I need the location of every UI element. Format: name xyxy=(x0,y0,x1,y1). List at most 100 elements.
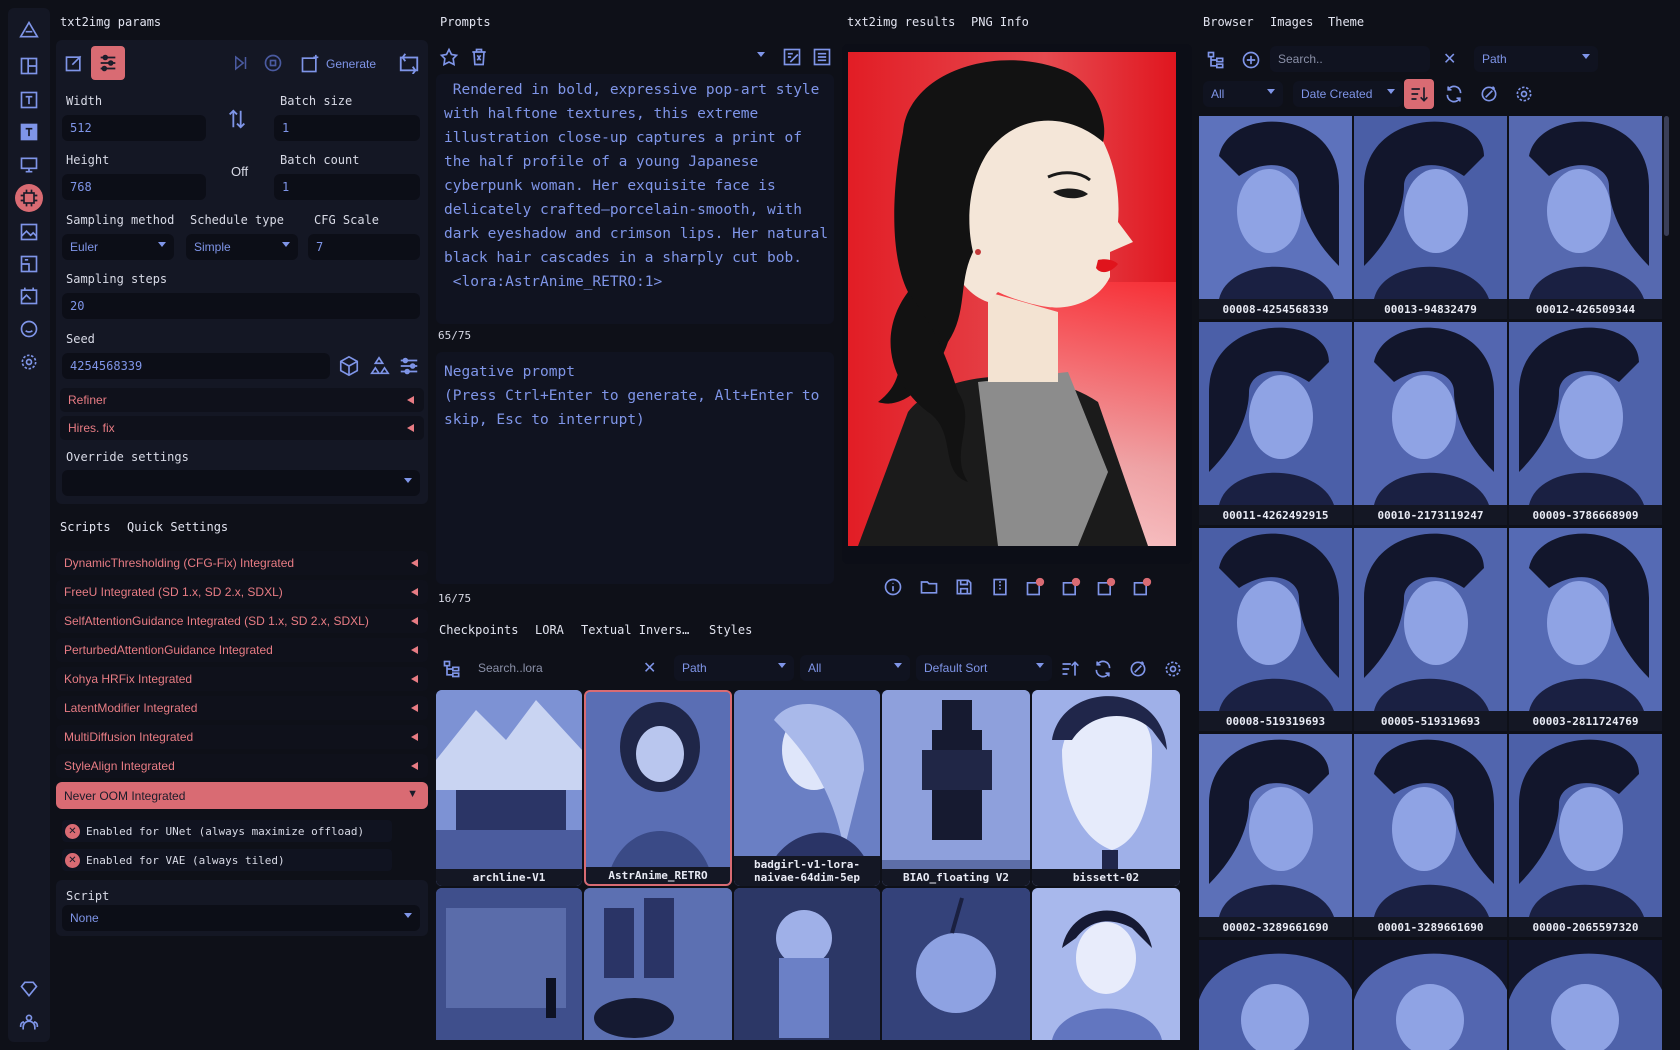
never-oom-accordion[interactable]: Never OOM Integrated ▼ xyxy=(56,782,428,809)
width-input[interactable]: 512 xyxy=(62,115,206,141)
sort-direction-icon[interactable] xyxy=(1404,79,1434,109)
zip-icon[interactable] xyxy=(985,572,1015,602)
browser-sort-select[interactable]: Date Created xyxy=(1293,81,1403,107)
gallery-image[interactable]: 00010-2173119247 xyxy=(1354,322,1507,525)
tree-view-icon[interactable] xyxy=(437,654,467,684)
star-icon[interactable] xyxy=(434,42,464,72)
sort-direction-icon[interactable] xyxy=(1055,654,1085,684)
users-icon[interactable] xyxy=(15,1008,43,1036)
refiner-accordion[interactable]: Refiner xyxy=(60,388,424,412)
chip-icon[interactable] xyxy=(15,184,43,212)
seed-extras-icon[interactable] xyxy=(394,351,424,381)
gallery-image[interactable]: 00001-3289661690 xyxy=(1354,734,1507,937)
gallery-image[interactable]: 00011-4262492915 xyxy=(1199,322,1352,525)
vae-option[interactable]: ✕ Enabled for VAE (always tiled) xyxy=(62,849,392,871)
script-accordion[interactable]: DynamicThresholding (CFG-Fix) Integrated xyxy=(56,551,428,575)
gallery-image[interactable]: 00012-426509344 xyxy=(1509,116,1662,319)
gallery-image[interactable]: 00009-3786668909 xyxy=(1509,322,1662,525)
sliders-icon[interactable] xyxy=(91,46,125,80)
tab-results[interactable]: txt2img results xyxy=(847,15,955,29)
positive-prompt[interactable]: Rendered in bold, expressive pop-art sty… xyxy=(436,74,834,324)
diamond-icon[interactable] xyxy=(15,975,43,1003)
script-accordion[interactable]: Kohya HRFix Integrated xyxy=(56,667,428,691)
tab-quick-settings[interactable]: Quick Settings xyxy=(127,520,228,534)
magic-icon[interactable] xyxy=(1474,79,1504,109)
settings-icon[interactable] xyxy=(15,348,43,376)
tab-browser-1[interactable]: Images xyxy=(1270,15,1313,29)
lora-card[interactable] xyxy=(882,888,1030,1040)
gallery-image[interactable]: 00013-94832479 xyxy=(1354,116,1507,319)
tab-browser-0[interactable]: Browser xyxy=(1203,15,1254,29)
lora-card[interactable]: bissett-02 xyxy=(1032,690,1180,886)
swap-dimensions-icon[interactable] xyxy=(222,104,252,134)
seed-input[interactable]: 4254568339 xyxy=(62,353,330,379)
skip-icon[interactable] xyxy=(226,48,256,78)
tab-scripts[interactable]: Scripts xyxy=(60,520,111,534)
script-accordion[interactable]: LatentModifier Integrated xyxy=(56,696,428,720)
info-icon[interactable] xyxy=(878,572,908,602)
edit-prompt-icon[interactable] xyxy=(777,42,807,72)
tab-network-3[interactable]: Styles xyxy=(709,623,752,637)
steps-input[interactable]: 20 xyxy=(62,293,420,319)
gallery-image[interactable]: 00000-2065597320 xyxy=(1509,734,1662,937)
negative-prompt[interactable]: Negative prompt (Press Ctrl+Enter to gen… xyxy=(436,352,834,584)
text-bold-icon[interactable] xyxy=(15,118,43,146)
send-to-tab-icon[interactable] xyxy=(1127,572,1157,602)
reuse-seed-icon[interactable] xyxy=(364,351,394,381)
browser-search-input[interactable]: Search.. xyxy=(1270,46,1430,72)
extras-icon[interactable] xyxy=(15,250,43,278)
loop-icon[interactable] xyxy=(394,48,424,78)
layout-icon[interactable] xyxy=(15,52,43,80)
gallery-image[interactable]: 00008-519319693 xyxy=(1199,528,1352,731)
smile-icon[interactable] xyxy=(15,315,43,343)
lora-card[interactable]: badgirl-v1-lora-naivae-64dim-5ep xyxy=(734,690,880,886)
gallery-image[interactable]: 00008-4254568339 xyxy=(1199,116,1352,319)
lora-card[interactable] xyxy=(734,888,880,1040)
clear-search-icon[interactable]: ✕ xyxy=(1443,49,1456,69)
tab-network-2[interactable]: Textual Invers… xyxy=(581,623,689,637)
networks-path-select[interactable]: Path xyxy=(674,655,794,681)
hires-accordion[interactable]: Hires. fix xyxy=(60,416,424,440)
clear-search-icon[interactable]: ✕ xyxy=(643,658,656,678)
settings-icon[interactable] xyxy=(1158,654,1188,684)
script-accordion[interactable]: PerturbedAttentionGuidance Integrated xyxy=(56,638,428,662)
unet-option[interactable]: ✕ Enabled for UNet (always maximize offl… xyxy=(62,820,392,842)
lora-card[interactable] xyxy=(1032,888,1180,1040)
list-icon[interactable] xyxy=(807,42,837,72)
script-accordion[interactable]: FreeU Integrated (SD 1.x, SD 2.x, SDXL) xyxy=(56,580,428,604)
script-accordion[interactable]: SelfAttentionGuidance Integrated (SD 1.x… xyxy=(56,609,428,633)
random-seed-icon[interactable] xyxy=(334,351,364,381)
tab-network-0[interactable]: Checkpoints xyxy=(439,623,518,637)
networks-search-input[interactable]: Search..lora xyxy=(470,655,664,681)
send-to-img2img-icon[interactable] xyxy=(1020,572,1050,602)
gallery-icon[interactable] xyxy=(15,282,43,310)
tab-browser-2[interactable]: Theme xyxy=(1328,15,1364,29)
tab-png-info[interactable]: PNG Info xyxy=(971,15,1029,29)
lora-card-selected[interactable]: AstrAnime_RETRO xyxy=(584,690,732,886)
chevron-down-icon[interactable] xyxy=(757,52,765,57)
override-select[interactable] xyxy=(62,470,420,496)
gallery-image[interactable]: 00003-2811724769 xyxy=(1509,528,1662,731)
gallery-image[interactable] xyxy=(1199,940,1352,1050)
lora-card[interactable]: archline-V1 xyxy=(436,690,582,886)
tree-view-icon[interactable] xyxy=(1201,45,1231,75)
gallery-image[interactable] xyxy=(1509,940,1662,1050)
batch-count-input[interactable]: 1 xyxy=(274,174,420,200)
lora-card[interactable] xyxy=(584,888,732,1040)
lora-card[interactable]: BIAO_floating V2 xyxy=(882,690,1030,886)
scrollbar[interactable] xyxy=(1664,116,1669,236)
stop-icon[interactable] xyxy=(258,48,288,78)
refresh-icon[interactable] xyxy=(1439,79,1469,109)
batch-size-input[interactable]: 1 xyxy=(274,115,420,141)
send-to-inpaint-icon[interactable] xyxy=(1056,572,1086,602)
add-icon[interactable] xyxy=(1236,45,1266,75)
edit-icon[interactable] xyxy=(59,48,89,78)
schedule-type-select[interactable]: Simple xyxy=(186,234,298,260)
script-accordion[interactable]: MultiDiffusion Integrated xyxy=(56,725,428,749)
networks-sort-select[interactable]: Default Sort xyxy=(916,655,1052,681)
refresh-icon[interactable] xyxy=(1088,654,1118,684)
sampling-method-select[interactable]: Euler xyxy=(62,234,174,260)
save-icon[interactable] xyxy=(949,572,979,602)
browser-filter-select[interactable]: All xyxy=(1203,81,1283,107)
cfg-input[interactable]: 7 xyxy=(308,234,420,260)
